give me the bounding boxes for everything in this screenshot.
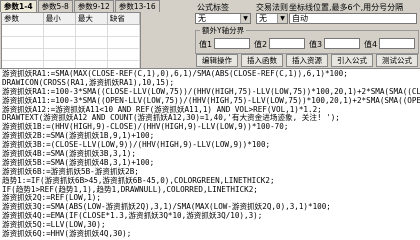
import-formula-button[interactable]: 引入公式: [331, 54, 373, 67]
tab-params-5-8[interactable]: 参数5-8: [37, 0, 73, 12]
edit-operation-button[interactable]: 编辑操作: [196, 54, 238, 67]
formula-type-select[interactable]: 无 ▼: [195, 13, 251, 24]
yaxis-value3-label: 值3: [309, 40, 323, 49]
coord-line-label: 坐标线位置,最多6个,用分号分隔: [289, 3, 404, 12]
trade-method-select[interactable]: 无 ▼: [256, 13, 288, 24]
col-header-min: 最小: [43, 13, 76, 25]
yaxis-value2-input[interactable]: [269, 38, 305, 49]
trade-method-value: 无: [259, 14, 267, 23]
coord-line-input[interactable]: 自动: [289, 13, 417, 24]
table-row[interactable]: [2, 48, 141, 61]
chevron-down-icon[interactable]: ▼: [240, 14, 250, 23]
code-line: 游资抓妖6Q:=HHV(游资抓妖4Q,30);: [2, 229, 132, 239]
trade-method-label: 交易法则: [256, 3, 288, 12]
col-header-max: 最大: [75, 13, 108, 25]
yaxis-value4-input[interactable]: [379, 38, 415, 49]
table-row[interactable]: [2, 36, 141, 49]
tab-params-9-12[interactable]: 参数9-12: [73, 0, 114, 12]
params-table[interactable]: 参数 最小 最大 缺省: [1, 12, 141, 85]
insert-resource-button[interactable]: 插入资源: [286, 54, 328, 67]
table-row[interactable]: [2, 24, 141, 37]
yaxis-group-title: 额外Y轴分界: [200, 25, 247, 36]
yaxis-value2-label: 值2: [254, 40, 268, 49]
tab-params-1-4[interactable]: 参数1-4: [0, 0, 37, 12]
formula-editor[interactable]: 游资抓妖RA1:=SMA(MAX(CLOSE-REF(C,1),0),6,1)/…: [0, 68, 420, 240]
yaxis-group: 额外Y轴分界 值1 值2 值3 值4: [195, 25, 419, 54]
yaxis-value1-input[interactable]: [214, 38, 250, 49]
col-header-default: 缺省: [107, 13, 141, 25]
formula-type-label: 公式标签: [197, 3, 229, 12]
chevron-down-icon[interactable]: ▼: [277, 14, 287, 23]
yaxis-value4-label: 值4: [364, 40, 378, 49]
param-tabs: 参数1-4 参数5-8 参数9-12 参数13-16: [0, 0, 161, 12]
insert-function-button[interactable]: 插入函数: [241, 54, 283, 67]
yaxis-value3-input[interactable]: [324, 38, 360, 49]
test-formula-button[interactable]: 测试公式: [376, 54, 418, 67]
tab-params-13-16[interactable]: 参数13-16: [114, 0, 160, 12]
col-header-param: 参数: [2, 13, 44, 25]
formula-type-value: 无: [198, 14, 206, 23]
yaxis-value1-label: 值1: [199, 40, 213, 49]
